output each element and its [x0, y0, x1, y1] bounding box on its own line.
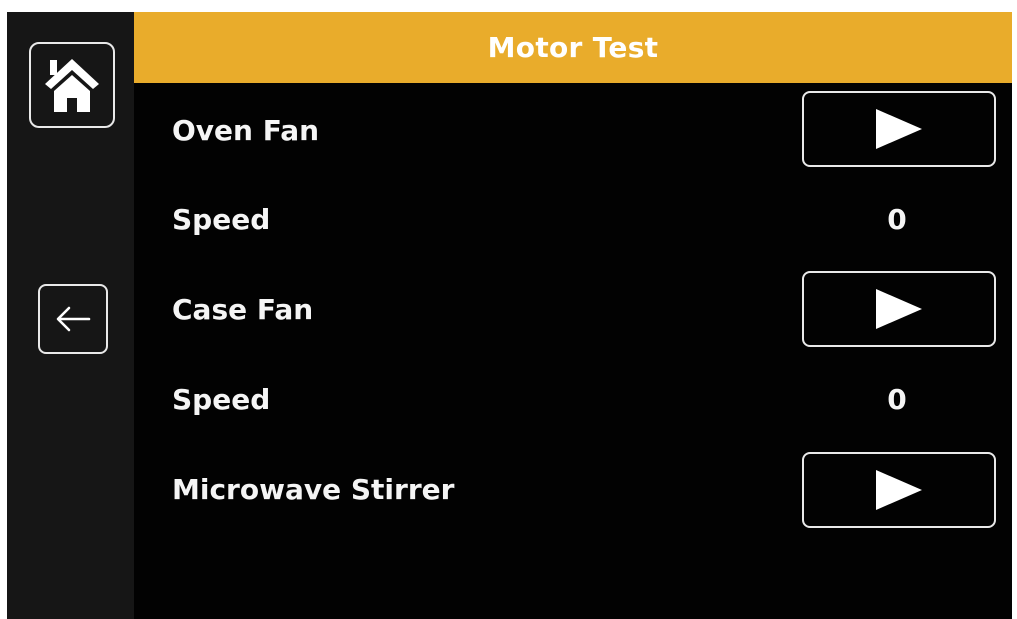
play-icon [876, 289, 922, 329]
page-title: Motor Test [487, 31, 659, 64]
play-icon [876, 470, 922, 510]
oven-fan-play-button[interactable] [802, 91, 996, 167]
oven-fan-label: Oven Fan [172, 114, 320, 147]
microwave-stirrer-label: Microwave Stirrer [172, 473, 455, 506]
touch-screen: Motor Test Oven Fan Speed 0 Case Fan Spe… [7, 12, 1012, 619]
play-icon [876, 109, 922, 149]
case-fan-label: Case Fan [172, 293, 314, 326]
microwave-stirrer-play-button[interactable] [802, 452, 996, 528]
arrow-left-icon [56, 306, 91, 332]
home-button[interactable] [29, 42, 115, 128]
back-button[interactable] [38, 284, 108, 354]
title-bar: Motor Test [134, 12, 1012, 83]
oven-fan-speed-label: Speed [172, 203, 271, 236]
side-rail [7, 12, 134, 619]
case-fan-speed-value: 0 [887, 383, 907, 416]
home-icon [45, 59, 99, 112]
oven-fan-speed-value: 0 [887, 203, 907, 236]
case-fan-play-button[interactable] [802, 271, 996, 347]
case-fan-speed-label: Speed [172, 383, 271, 416]
device-bezel: Motor Test Oven Fan Speed 0 Case Fan Spe… [0, 0, 1017, 619]
